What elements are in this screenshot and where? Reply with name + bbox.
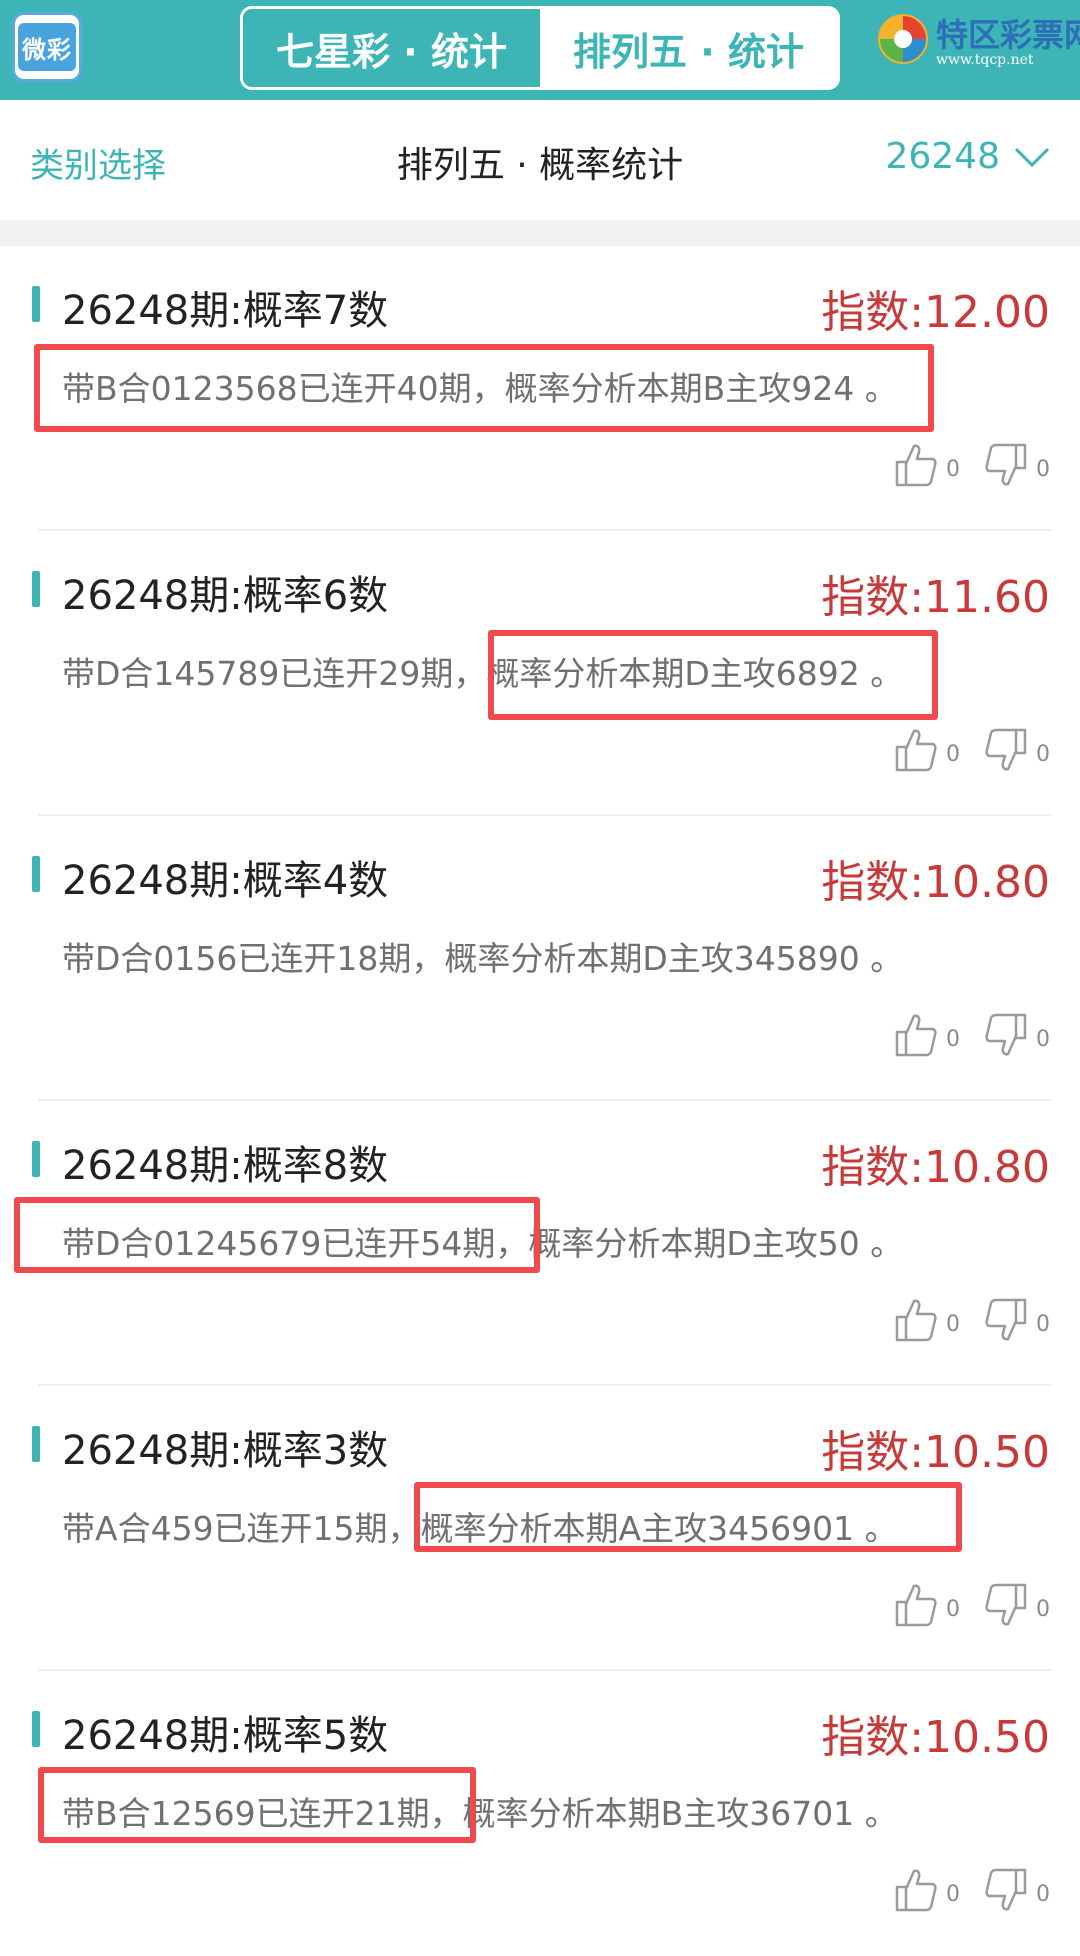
app-logo[interactable]: 微彩 bbox=[12, 12, 82, 82]
list-item: 26248期:概率5数 指数:10.50 带B合12569已连开21期，概率分析… bbox=[0, 1671, 1080, 1956]
sub-header: 类别选择 排列五 · 概率统计 26248 bbox=[0, 100, 1080, 220]
vote-bar: 0 0 bbox=[870, 1582, 1050, 1628]
highlight-box bbox=[14, 1197, 540, 1273]
like-count: 0 bbox=[946, 1882, 960, 1907]
like-count: 0 bbox=[946, 742, 960, 767]
item-index: 指数:11.60 bbox=[821, 572, 1050, 623]
item-index: 指数:10.50 bbox=[821, 1427, 1050, 1478]
accent-bar bbox=[32, 286, 40, 322]
period-selector-value: 26248 bbox=[885, 136, 1000, 177]
period-selector[interactable]: 26248 bbox=[885, 136, 1050, 177]
list-item: 26248期:概率8数 指数:10.80 带D合01245679已连开54期，概… bbox=[0, 1101, 1080, 1386]
brand-url: www.tqcp.net bbox=[936, 52, 1034, 68]
thumbs-up-icon bbox=[895, 729, 937, 772]
thumbs-up-icon bbox=[895, 1869, 937, 1912]
vote-bar: 0 0 bbox=[870, 727, 1050, 773]
like-count: 0 bbox=[946, 1597, 960, 1622]
item-title: 26248期:概率3数 bbox=[62, 1428, 389, 1474]
dislike-count: 0 bbox=[1036, 742, 1050, 767]
list-item: 26248期:概率7数 指数:12.00 带B合0123568已连开40期，概率… bbox=[0, 246, 1080, 531]
item-title: 26248期:概率7数 bbox=[62, 288, 389, 334]
like-button[interactable]: 0 bbox=[894, 727, 960, 773]
highlight-box bbox=[34, 344, 934, 432]
app-logo-text: 微彩 bbox=[18, 23, 76, 71]
stats-list: 26248期:概率7数 指数:12.00 带B合0123568已连开40期，概率… bbox=[0, 246, 1080, 1956]
accent-bar bbox=[32, 1711, 40, 1747]
vote-bar: 0 0 bbox=[870, 1012, 1050, 1058]
item-index: 指数:10.80 bbox=[821, 857, 1050, 908]
vote-bar: 0 0 bbox=[870, 1867, 1050, 1913]
thumbs-down-icon bbox=[985, 443, 1027, 486]
brand-swirl-icon bbox=[878, 14, 928, 64]
dislike-button[interactable]: 0 bbox=[984, 1582, 1050, 1628]
dislike-count: 0 bbox=[1036, 1027, 1050, 1052]
item-index: 指数:10.50 bbox=[821, 1712, 1050, 1763]
like-count: 0 bbox=[946, 1027, 960, 1052]
dislike-button[interactable]: 0 bbox=[984, 727, 1050, 773]
thumbs-down-icon bbox=[985, 1868, 1027, 1911]
dislike-count: 0 bbox=[1036, 1882, 1050, 1907]
like-button[interactable]: 0 bbox=[894, 1012, 960, 1058]
like-button[interactable]: 0 bbox=[894, 442, 960, 488]
item-index: 指数:12.00 bbox=[821, 287, 1050, 338]
vote-bar: 0 0 bbox=[870, 442, 1050, 488]
highlight-box bbox=[414, 1482, 962, 1552]
list-item: 26248期:概率4数 指数:10.80 带D合0156已连开18期，概率分析本… bbox=[0, 816, 1080, 1101]
dislike-button[interactable]: 0 bbox=[984, 1012, 1050, 1058]
like-button[interactable]: 0 bbox=[894, 1297, 960, 1343]
item-title: 26248期:概率8数 bbox=[62, 1143, 389, 1189]
section-divider bbox=[0, 220, 1080, 246]
like-button[interactable]: 0 bbox=[894, 1582, 960, 1628]
like-count: 0 bbox=[946, 457, 960, 482]
highlight-box bbox=[488, 630, 938, 720]
dislike-count: 0 bbox=[1036, 457, 1050, 482]
tab-pailiewu-stats[interactable]: 排列五 · 统计 bbox=[540, 9, 837, 87]
list-item: 26248期:概率3数 指数:10.50 带A合459已连开15期，概率分析本期… bbox=[0, 1386, 1080, 1671]
lottery-type-tabs: 七星彩 · 统计 排列五 · 统计 bbox=[240, 6, 840, 90]
item-title: 26248期:概率4数 bbox=[62, 858, 389, 904]
highlight-box bbox=[38, 1767, 476, 1843]
dislike-count: 0 bbox=[1036, 1312, 1050, 1337]
accent-bar bbox=[32, 856, 40, 892]
dislike-button[interactable]: 0 bbox=[984, 442, 1050, 488]
item-description: 带D合0156已连开18期，概率分析本期D主攻345890 。 bbox=[62, 939, 904, 978]
item-title: 26248期:概率6数 bbox=[62, 573, 389, 619]
item-title: 26248期:概率5数 bbox=[62, 1713, 389, 1759]
list-item: 26248期:概率6数 指数:11.60 带D合145789已连开29期，概率分… bbox=[0, 531, 1080, 816]
brand-watermark: 特区彩票网 www.tqcp.net bbox=[876, 8, 1080, 88]
thumbs-down-icon bbox=[985, 1583, 1027, 1626]
dislike-count: 0 bbox=[1036, 1597, 1050, 1622]
thumbs-up-icon bbox=[895, 444, 937, 487]
thumbs-up-icon bbox=[895, 1299, 937, 1342]
like-button[interactable]: 0 bbox=[894, 1867, 960, 1913]
accent-bar bbox=[32, 1426, 40, 1462]
top-bar: 微彩 七星彩 · 统计 排列五 · 统计 特区彩票网 www.tqcp.net bbox=[0, 0, 1080, 100]
dislike-button[interactable]: 0 bbox=[984, 1297, 1050, 1343]
thumbs-down-icon bbox=[985, 1298, 1027, 1341]
item-index: 指数:10.80 bbox=[821, 1142, 1050, 1193]
like-count: 0 bbox=[946, 1312, 960, 1337]
vote-bar: 0 0 bbox=[870, 1297, 1050, 1343]
accent-bar bbox=[32, 571, 40, 607]
thumbs-down-icon bbox=[985, 1013, 1027, 1056]
thumbs-up-icon bbox=[895, 1584, 937, 1627]
dislike-button[interactable]: 0 bbox=[984, 1867, 1050, 1913]
chevron-down-icon bbox=[1014, 147, 1050, 167]
accent-bar bbox=[32, 1141, 40, 1177]
thumbs-up-icon bbox=[895, 1014, 937, 1057]
tab-qixingcai-stats[interactable]: 七星彩 · 统计 bbox=[243, 9, 540, 87]
thumbs-down-icon bbox=[985, 728, 1027, 771]
brand-name: 特区彩票网 bbox=[936, 16, 1080, 54]
